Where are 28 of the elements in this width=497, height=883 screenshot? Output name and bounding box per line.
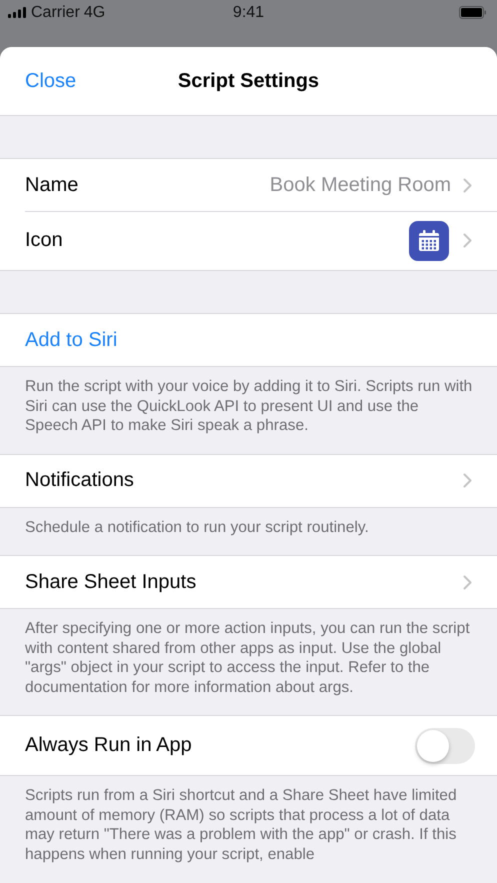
sheet-title: Script Settings xyxy=(178,70,320,92)
section-footer-text: Schedule a notification to run your script routinely. xyxy=(24,518,370,538)
row-label: Notifications xyxy=(25,469,135,492)
chevron-icon xyxy=(463,178,472,192)
toggle-switch[interactable] xyxy=(415,728,475,764)
row-label: Always Run in App xyxy=(25,734,193,757)
section-footer-text: Scripts run from a Siri shortcut and a Share Sheet have limited amount of memory (RAM) so scripts that process a lot of data may return "There was a problem with the app" or crash. If this happens when running your script, enable xyxy=(24,786,458,864)
chevron-icon xyxy=(463,574,472,590)
row-label: Name xyxy=(25,174,80,196)
settings-row[interactable]: Notifications xyxy=(0,454,497,506)
network-label: 4G xyxy=(84,4,106,22)
section-footer-text: Run the script with your voice by adding it to Siri. Scripts run with Siri can use the QuickLook API to present UI and use the Speech API to make Siri speak a phrase. xyxy=(24,377,474,436)
row-value: Book Meeting Room xyxy=(270,174,451,196)
signal-icon xyxy=(8,7,27,18)
row-label: Share Sheet Inputs xyxy=(25,570,198,594)
chevron-icon xyxy=(463,473,472,488)
chevron-icon xyxy=(463,233,472,248)
settings-row[interactable]: Name Book Meeting Room xyxy=(0,159,497,211)
settings-row[interactable]: Icon xyxy=(0,211,497,270)
status-time: 9:41 xyxy=(232,4,264,22)
settings-row[interactable]: Share Sheet Inputs xyxy=(0,556,497,608)
calendar-icon xyxy=(409,220,449,260)
row-label: Icon xyxy=(25,229,64,252)
battery-icon xyxy=(459,6,487,19)
add-to-siri-link[interactable]: Add to Siri xyxy=(0,314,497,366)
section-footer-text: After specifying one or more action inputs, you can run the script with content shared from other apps as input. Use the global "args" object in your script to access the input. Refer to the documentation for more information about args. xyxy=(24,619,471,698)
carrier-label: Carrier xyxy=(31,4,80,22)
close-button[interactable]: Close xyxy=(25,70,76,92)
